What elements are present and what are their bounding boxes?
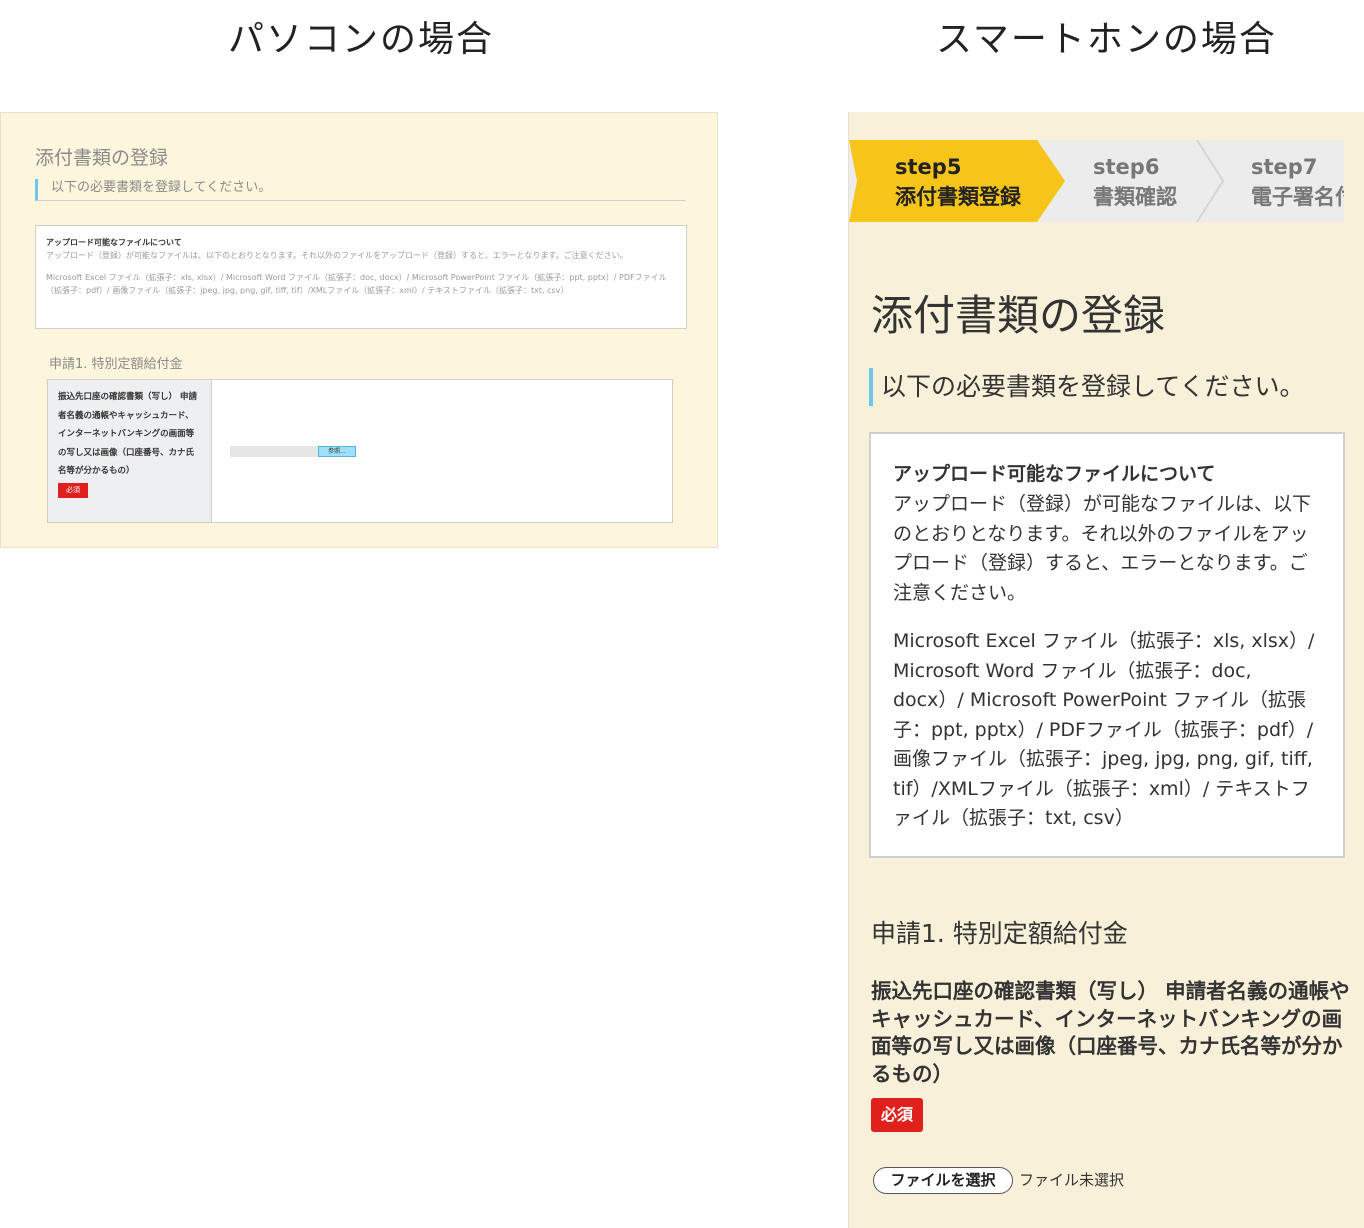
page-title: 添付書類の登録 <box>35 147 169 169</box>
info-heading: アップロード可能なファイルについて <box>893 463 1216 485</box>
application-title: 申請1. 特別定額給付金 <box>49 357 183 372</box>
field-header: 振込先口座の確認書類（写し） 申請者名義の通帳やキャッシュカード、インターネット… <box>48 380 212 522</box>
info-file-types: Microsoft Excel ファイル（拡張子：xls, xlsx）/ Mic… <box>893 630 1315 829</box>
upload-info-box: アップロード可能なファイルについて アップロード（登録）が可能なファイルは、以下… <box>869 432 1345 858</box>
choose-file-button[interactable]: ファイルを選択 <box>873 1167 1013 1194</box>
field-cell: 参照... <box>212 380 672 522</box>
pc-heading: パソコンの場合 <box>228 19 495 60</box>
smartphone-screen: step5 添付書類登録 step6 書類確認 step7 電子署名付 添付書類… <box>848 112 1364 1228</box>
step-label: 書類確認 <box>1093 185 1177 209</box>
info-body: アップロード（登録）が可能なファイルは、以下のとおりとなります。それ以外のファイ… <box>46 251 628 260</box>
info-body: アップロード（登録）が可能なファイルは、以下のとおりとなります。それ以外のファイ… <box>893 493 1312 604</box>
lead-text: 以下の必要書類を登録してください。 <box>869 368 1305 406</box>
upload-info-box: アップロード可能なファイルについて アップロード（登録）が可能なファイルは、以下… <box>35 225 687 329</box>
field-label: 振込先口座の確認書類（写し） 申請者名義の通帳やキャッシュカード、インターネット… <box>58 392 197 476</box>
required-badge: 必須 <box>58 482 88 498</box>
step-number: step6 <box>1093 155 1160 179</box>
step-label: 添付書類登録 <box>895 185 1021 209</box>
smartphone-heading: スマートホンの場合 <box>936 19 1277 60</box>
pc-screen: 添付書類の登録 以下の必要書類を登録してください。 アップロード可能なファイルに… <box>0 112 718 548</box>
browse-button[interactable]: 参照... <box>318 446 356 457</box>
lead-text: 以下の必要書類を登録してください。 <box>35 179 686 201</box>
no-file-text: ファイル未選択 <box>1019 1171 1125 1189</box>
step-6: step6 書類確認 <box>1093 152 1177 212</box>
file-path-input[interactable] <box>230 446 318 457</box>
step-divider <box>1196 140 1225 222</box>
attachment-table: 振込先口座の確認書類（写し） 申請者名義の通帳やキャッシュカード、インターネット… <box>47 379 673 523</box>
page-title: 添付書類の登録 <box>871 291 1166 340</box>
field-label: 振込先口座の確認書類（写し） 申請者名義の通帳やキャッシュカード、インターネット… <box>871 979 1350 1086</box>
step-5: step5 添付書類登録 <box>895 152 1021 212</box>
info-heading: アップロード可能なファイルについて <box>46 238 182 247</box>
step-label: 電子署名付 <box>1251 185 1344 209</box>
step-number: step7 <box>1251 155 1318 179</box>
application-title: 申請1. 特別定額給付金 <box>871 919 1128 948</box>
required-badge: 必須 <box>871 1098 923 1132</box>
step-progress: step5 添付書類登録 step6 書類確認 step7 電子署名付 <box>849 140 1344 222</box>
step-number: step5 <box>895 155 962 179</box>
step-7: step7 電子署名付 <box>1251 152 1344 212</box>
info-file-types: Microsoft Excel ファイル（拡張子：xls, xlsx）/ Mic… <box>46 273 667 295</box>
